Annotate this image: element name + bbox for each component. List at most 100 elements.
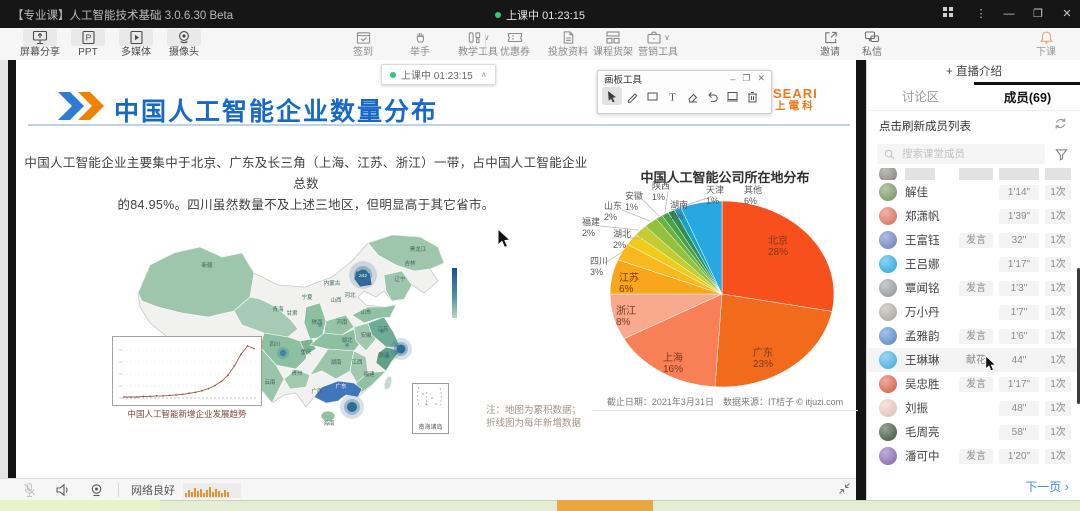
pie-chart-divider	[592, 410, 858, 411]
next-page-link[interactable]: 下一页 ›	[1025, 478, 1069, 495]
taskbar-segment	[0, 500, 160, 511]
member-search-input[interactable]	[900, 147, 1034, 161]
collapse-pill-icon[interactable]: ∧	[481, 70, 487, 79]
select-tool[interactable]	[602, 87, 622, 105]
member-row[interactable]: 万小丹 1'7" 1次	[867, 300, 1080, 324]
screen-share-button[interactable]: 屏幕分享	[16, 29, 64, 58]
refresh-icon[interactable]	[1054, 117, 1067, 130]
layout-grid-icon[interactable]	[942, 6, 960, 22]
materials-icon	[543, 29, 593, 46]
materials-button[interactable]: 投放资料	[543, 29, 593, 58]
text-tool[interactable]: T	[662, 87, 682, 105]
minimize-button[interactable]: —	[1000, 6, 1018, 22]
avatar	[879, 183, 897, 201]
member-search-box[interactable]	[877, 144, 1045, 164]
member-name: 潘可中	[905, 448, 953, 464]
microphone-muted-icon[interactable]	[22, 482, 37, 498]
svg-text:河南: 河南	[336, 318, 348, 326]
multimedia-button[interactable]: 多媒体	[112, 29, 160, 58]
invite-button[interactable]: 邀请	[808, 29, 852, 58]
member-action-badge: 发言	[959, 281, 993, 296]
svg-text:福建: 福建	[363, 370, 375, 378]
palette-close-button[interactable]: ✕	[757, 73, 765, 84]
member-row[interactable]: 王琳琳 献花 44" 1次	[867, 348, 1080, 372]
slide-body-text: 中国人工智能企业主要集中于北京、广东及长三角（上海、江苏、浙江）一带，占中国人工…	[24, 153, 588, 216]
member-row[interactable]: 覃闻铭 发言 1'3" 1次	[867, 276, 1080, 300]
private-message-button[interactable]: 私信	[850, 29, 894, 58]
app-window: 【专业课】人工智能技术基础 3.0.6.30 Beta 上课中 01:23:15…	[0, 0, 1080, 511]
svg-text:云南: 云南	[264, 378, 276, 386]
coupon-button[interactable]: 优惠券	[490, 29, 540, 58]
member-row[interactable]: 潘可中 发言 1'20" 1次	[867, 444, 1080, 468]
restore-button[interactable]: ❐	[1029, 6, 1047, 22]
raise-hand-icon	[398, 29, 442, 46]
close-button[interactable]: ✕	[1058, 6, 1076, 22]
eraser-tool[interactable]	[682, 87, 702, 105]
webcam-icon[interactable]	[89, 483, 104, 498]
board-tool[interactable]	[722, 87, 742, 105]
tab-members[interactable]: 成员(69)	[974, 82, 1080, 113]
member-name: 解佳	[905, 184, 953, 200]
member-row[interactable]: 毛周亮 58" 1次	[867, 420, 1080, 444]
pen-tool[interactable]	[622, 87, 642, 105]
shape-tool[interactable]	[642, 87, 662, 105]
member-duration-badge: 44"	[999, 353, 1039, 368]
palette-minimize-button[interactable]: –	[730, 74, 735, 84]
svg-text:江西: 江西	[351, 359, 363, 366]
svg-text:广东: 广东	[335, 382, 347, 390]
refresh-members-row[interactable]: 点击刷新成员列表	[867, 112, 1080, 138]
svg-text:湖南: 湖南	[330, 358, 342, 366]
more-menu-icon[interactable]: ⋮	[972, 6, 990, 22]
tab-discussion[interactable]: 讨论区	[867, 82, 974, 110]
member-row[interactable]: 孟雅韵 发言 1'6" 1次	[867, 324, 1080, 348]
undo-tool[interactable]	[702, 87, 722, 105]
title-chevrons-icon	[58, 92, 106, 120]
class-timer-pill[interactable]: 上课中 01:23:15 ∧	[381, 64, 496, 85]
avatar	[879, 231, 897, 249]
ppt-button[interactable]: P PPT	[64, 29, 112, 58]
member-row[interactable]: 郑潇帆 1'39" 1次	[867, 204, 1080, 228]
member-row[interactable]: 王吕娜 1'17" 1次	[867, 252, 1080, 276]
member-row[interactable]: 吴忠胜 发言 1'17" 1次	[867, 372, 1080, 396]
member-duration-badge: 1'17"	[999, 257, 1039, 272]
member-count-badge: 1次	[1045, 185, 1071, 200]
map-color-legend	[452, 268, 457, 318]
member-action-badge: 发言	[959, 329, 993, 344]
member-duration-badge: 1'20"	[999, 449, 1039, 464]
svg-text:新疆: 新疆	[201, 261, 213, 269]
end-class-bell-icon	[1024, 29, 1068, 46]
filter-icon[interactable]	[1055, 148, 1068, 161]
svg-text:浙江: 浙江	[378, 351, 390, 359]
member-list[interactable]: 解佳 1'14" 1次 郑潇帆 1'39" 1次 王富钰 发言 32" 1次	[867, 168, 1080, 472]
member-name: 刘振	[905, 400, 953, 416]
member-count-badge: 1次	[1045, 305, 1071, 320]
check-in-button[interactable]: 签到	[341, 29, 385, 58]
member-count-badge: 1次	[1045, 233, 1071, 248]
map-bubble-shanghai	[390, 338, 412, 360]
member-name: 郑潇帆	[905, 208, 953, 224]
end-class-button[interactable]: 下课	[1024, 29, 1068, 58]
bottom-bar-divider	[118, 483, 119, 497]
multimedia-icon	[119, 29, 153, 46]
marketing-tools-icon	[646, 30, 662, 45]
south-sea-inset: 南海诸岛	[412, 383, 449, 434]
collapse-panel-icon[interactable]	[838, 482, 851, 495]
speaker-icon[interactable]	[55, 483, 71, 497]
camera-icon	[167, 29, 201, 46]
member-row[interactable]: 刘振 48" 1次	[867, 396, 1080, 420]
raise-hand-button[interactable]: 举手	[398, 29, 442, 58]
marketing-tools-button[interactable]: ∨ 营销工具	[630, 29, 686, 58]
clear-tool[interactable]	[742, 87, 762, 105]
live-intro-link[interactable]: + 直播介绍	[867, 62, 1080, 82]
member-row[interactable]: 王富钰 发言 32" 1次	[867, 228, 1080, 252]
camera-button[interactable]: 摄像头	[160, 29, 208, 58]
member-count-badge: 1次	[1045, 329, 1071, 344]
member-name: 王吕娜	[905, 256, 953, 272]
member-row-partial[interactable]	[867, 168, 1080, 180]
member-row[interactable]: 解佳 1'14" 1次	[867, 180, 1080, 204]
member-duration-badge: 1'6"	[999, 329, 1039, 344]
palette-restore-button[interactable]: ❐	[742, 73, 750, 84]
member-name: 吴忠胜	[905, 376, 953, 392]
svg-text:河北: 河北	[344, 291, 356, 299]
check-in-icon	[341, 29, 385, 46]
